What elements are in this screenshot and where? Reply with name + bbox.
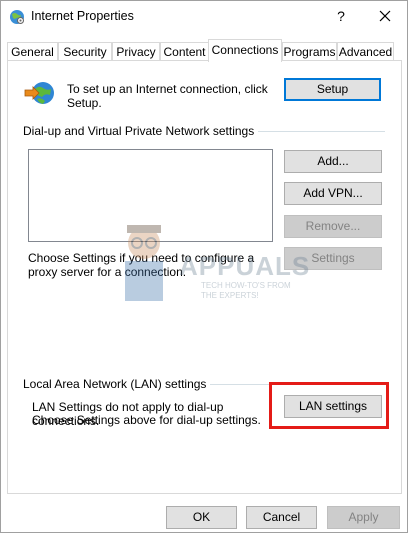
- tab-content[interactable]: Content: [160, 42, 209, 61]
- tab-advanced[interactable]: Advanced: [337, 42, 394, 61]
- lan-heading: Local Area Network (LAN) settings: [23, 377, 211, 391]
- internet-properties-dialog: Internet Properties ? General Security P…: [0, 0, 408, 533]
- lan-settings-button[interactable]: LAN settings: [284, 395, 382, 418]
- settings-button[interactable]: Settings: [284, 247, 382, 270]
- tab-general[interactable]: General: [7, 42, 58, 61]
- close-icon: [379, 10, 391, 22]
- add-button[interactable]: Add...: [284, 150, 382, 173]
- ok-button[interactable]: OK: [166, 506, 237, 529]
- remove-button[interactable]: Remove...: [284, 215, 382, 238]
- tab-connections[interactable]: Connections: [208, 39, 282, 62]
- connection-list[interactable]: [28, 149, 273, 242]
- add-vpn-button[interactable]: Add VPN...: [284, 182, 382, 205]
- tab-programs[interactable]: Programs: [282, 42, 337, 61]
- apply-button[interactable]: Apply: [327, 506, 400, 529]
- proxy-settings-description: Choose Settings if you need to configure…: [28, 251, 255, 279]
- dialup-heading: Dial-up and Virtual Private Network sett…: [23, 124, 259, 138]
- tab-strip: General Security Privacy Content Connect…: [7, 39, 402, 62]
- close-button[interactable]: [363, 1, 407, 31]
- globe-connect-icon: [24, 82, 54, 104]
- window-title: Internet Properties: [31, 9, 134, 23]
- help-button[interactable]: ?: [323, 1, 359, 31]
- lan-description-line2: Choose Settings above for dial-up settin…: [32, 413, 261, 427]
- setup-description: To set up an Internet connection, click …: [67, 82, 268, 110]
- setup-button[interactable]: Setup: [284, 78, 381, 101]
- internet-options-globe-icon: [10, 10, 24, 24]
- title-bar: Internet Properties ?: [1, 1, 407, 33]
- cancel-button[interactable]: Cancel: [246, 506, 317, 529]
- tab-privacy[interactable]: Privacy: [112, 42, 160, 61]
- tab-security[interactable]: Security: [58, 42, 112, 61]
